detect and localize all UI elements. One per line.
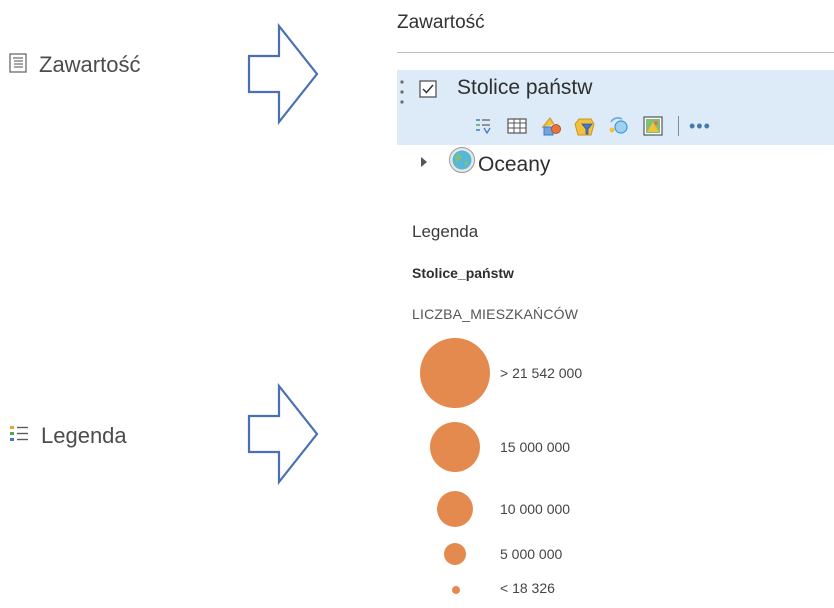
legend-button-label: Legenda <box>41 423 127 448</box>
contents-panel-title: Zawartość <box>397 12 485 33</box>
contents-button-label: Zawartość <box>39 52 141 77</box>
legend-layer-name: Stolice_państw <box>412 265 514 281</box>
legend-symbol-largest <box>420 338 490 408</box>
contents-list-icon <box>9 52 27 78</box>
legend-class-label: 10 000 000 <box>500 501 571 517</box>
layer-name-stolice[interactable]: Stolice państw <box>457 76 592 100</box>
legend-class-label: < 18 326 <box>500 580 555 596</box>
legend-heading: Legenda <box>412 222 479 241</box>
legend-list-icon <box>9 424 29 449</box>
legend-class-label: 5 000 000 <box>500 546 563 562</box>
contents-button[interactable]: Zawartość <box>9 52 140 78</box>
legend-field-name: LICZBA_MIESZKAŃCÓW <box>412 306 579 322</box>
legend-class-label: 15 000 000 <box>500 439 571 455</box>
change-style-icon[interactable] <box>538 115 564 137</box>
legend-symbol <box>444 543 466 565</box>
configure-popup-icon[interactable] <box>640 115 666 137</box>
right-arrow-icon <box>247 382 319 486</box>
filter-icon[interactable] <box>572 115 598 137</box>
right-arrow-icon <box>247 22 319 126</box>
layer-name-oceany[interactable]: Oceany <box>478 153 550 177</box>
layer-toolbar: ••• <box>470 115 711 137</box>
attribute-table-icon[interactable] <box>504 115 530 137</box>
expand-caret-icon[interactable] <box>419 155 429 174</box>
legend-button[interactable]: Legenda <box>9 423 127 449</box>
panel-divider <box>397 52 834 53</box>
globe-layer-icon <box>448 146 476 179</box>
more-options-icon[interactable]: ••• <box>689 116 711 137</box>
legend-symbol <box>437 491 473 527</box>
legend-symbol-smallest <box>452 586 460 594</box>
legend-class-label: > 21 542 000 <box>500 365 583 381</box>
show-table-of-contents-icon[interactable] <box>470 115 496 137</box>
perform-analysis-icon[interactable] <box>606 115 632 137</box>
toolbar-separator <box>678 116 679 136</box>
layer-visibility-checkbox[interactable] <box>419 80 437 103</box>
legend-symbol <box>430 422 480 472</box>
drag-handle[interactable] <box>399 78 405 111</box>
